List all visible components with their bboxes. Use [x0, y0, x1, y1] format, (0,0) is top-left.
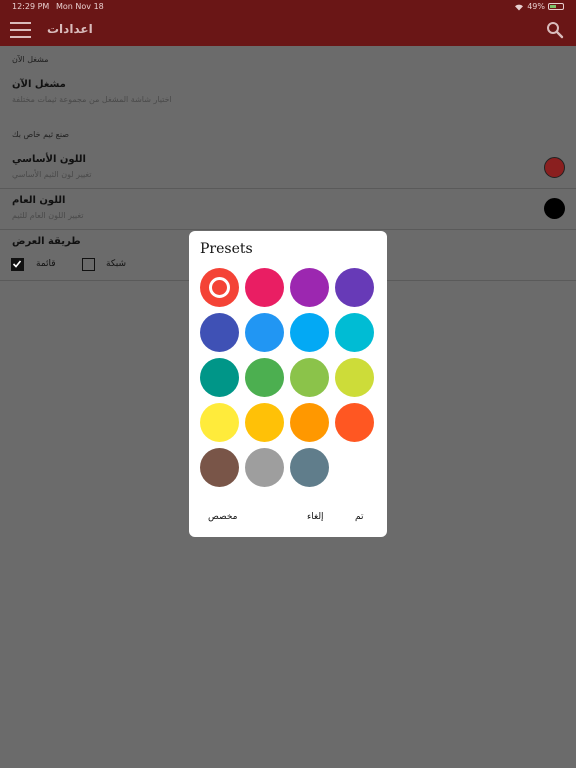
preset-color-swatch[interactable]	[335, 268, 374, 307]
preset-color-swatch[interactable]	[335, 358, 374, 397]
primary-color-swatch[interactable]	[544, 157, 565, 178]
preset-color-swatch[interactable]	[200, 268, 239, 307]
battery-percent: 49%	[527, 2, 545, 11]
hamburger-menu-icon[interactable]	[10, 22, 31, 38]
page-title: اعدادات	[47, 22, 93, 36]
divider	[0, 229, 576, 230]
dialog-title: Presets	[200, 241, 253, 257]
preset-color-swatch[interactable]	[335, 403, 374, 442]
preset-color-swatch[interactable]	[200, 313, 239, 352]
preset-color-swatch[interactable]	[335, 313, 374, 352]
search-icon[interactable]	[546, 21, 564, 39]
list-label: قائمة	[36, 259, 56, 269]
presets-dialog: Presets مخصص إلغاء تم	[189, 231, 387, 537]
primary-color-title: اللون الأساسي	[12, 154, 86, 165]
preset-color-swatch[interactable]	[245, 268, 284, 307]
preset-color-swatch[interactable]	[290, 403, 329, 442]
general-color-swatch[interactable]	[544, 198, 565, 219]
general-color-subtitle: تغيير اللون العام للثيم	[12, 211, 84, 220]
display-mode-title: طريقة العرض	[12, 236, 81, 247]
wifi-icon	[515, 4, 524, 10]
done-button[interactable]: تم	[355, 512, 364, 522]
preset-color-swatch[interactable]	[200, 403, 239, 442]
checkmark-icon	[12, 260, 22, 268]
status-time: 12:29 PM	[12, 2, 50, 11]
battery-icon	[548, 3, 564, 10]
preset-color-swatch[interactable]	[245, 313, 284, 352]
preset-color-swatch[interactable]	[290, 268, 329, 307]
status-right: 49%	[514, 2, 564, 11]
section-header-custom-theme: صنع ثيم خاص بك	[12, 130, 70, 139]
grid-checkbox[interactable]	[82, 258, 95, 271]
preset-color-swatch[interactable]	[200, 448, 239, 487]
cancel-button[interactable]: إلغاء	[307, 512, 324, 522]
custom-button[interactable]: مخصص	[208, 512, 237, 522]
status-bar: 12:29 PM Mon Nov 18 49%	[0, 0, 576, 14]
preset-color-swatch[interactable]	[290, 313, 329, 352]
section-header-now-playing: مشغل الآن	[12, 55, 49, 64]
preset-color-swatch[interactable]	[290, 358, 329, 397]
primary-color-subtitle: تغيير لون الثيم الأساسي	[12, 170, 92, 179]
app-bar: اعدادات	[0, 14, 576, 46]
now-playing-subtitle: اختيار شاشة المشغل من مجموعة ثيمات مختلف…	[12, 95, 172, 104]
preset-color-swatch[interactable]	[200, 358, 239, 397]
grid-label: شبكة	[106, 259, 127, 269]
general-color-title: اللون العام	[12, 195, 66, 206]
preset-color-swatch[interactable]	[245, 358, 284, 397]
preset-color-swatch[interactable]	[245, 403, 284, 442]
preset-color-swatch[interactable]	[290, 448, 329, 487]
status-date: Mon Nov 18	[56, 2, 104, 11]
now-playing-title: مشغل الآن	[12, 79, 66, 90]
list-checkbox[interactable]	[11, 258, 24, 271]
preset-color-swatch[interactable]	[245, 448, 284, 487]
divider	[0, 188, 576, 189]
